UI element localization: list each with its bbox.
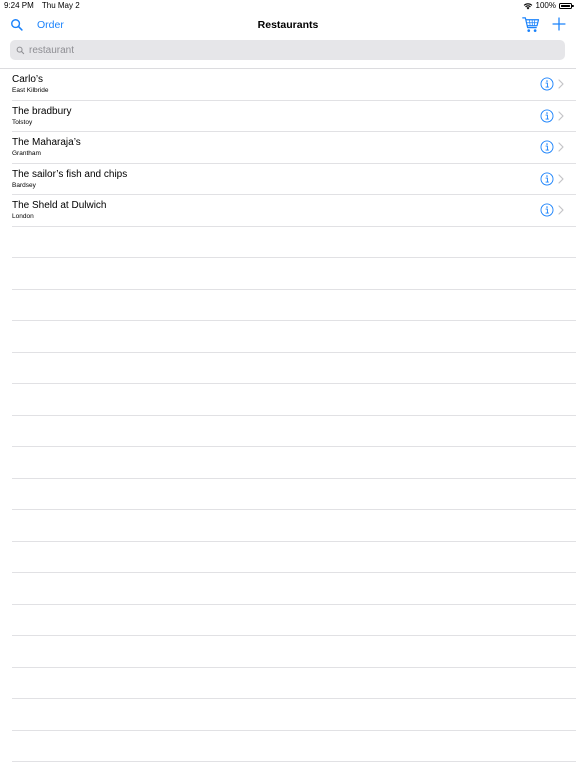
restaurant-location: Grantham xyxy=(12,150,41,157)
empty-row xyxy=(12,353,576,384)
empty-row xyxy=(12,668,576,699)
status-left: 9:24 PM Thu May 2 xyxy=(4,0,86,12)
info-icon[interactable] xyxy=(540,203,554,217)
status-bar: 9:24 PM Thu May 2 100% xyxy=(0,0,576,12)
search-input[interactable] xyxy=(29,44,529,56)
page-title: Restaurants xyxy=(257,19,319,31)
empty-row xyxy=(12,479,576,510)
restaurant-name: The Sheld at Dulwich xyxy=(12,200,107,211)
chevron-right-icon xyxy=(558,173,564,184)
search-icon[interactable] xyxy=(10,18,24,32)
empty-row xyxy=(12,699,576,731)
search-bar xyxy=(10,40,565,60)
navigation-bar: Order Restaurants xyxy=(0,12,576,40)
restaurant-location: London xyxy=(12,213,34,220)
empty-row xyxy=(12,605,576,636)
restaurant-name: The bradbury xyxy=(12,105,72,117)
empty-row xyxy=(12,290,576,321)
search-field[interactable] xyxy=(10,40,565,60)
status-time: 9:24 PM xyxy=(4,1,34,10)
chevron-right-icon xyxy=(558,142,564,152)
restaurant-location: Tolstoy xyxy=(12,118,33,126)
status-date: Thu May 2 xyxy=(41,1,80,10)
empty-rows xyxy=(0,227,576,762)
battery-icon xyxy=(559,3,574,9)
plus-icon[interactable] xyxy=(552,17,566,31)
restaurant-row[interactable]: The sailor’s fish and chips Bardsey xyxy=(12,164,576,195)
empty-row xyxy=(12,636,576,668)
info-icon[interactable] xyxy=(540,77,554,91)
restaurant-location: Bardsey xyxy=(12,181,36,189)
restaurant-row[interactable]: The Sheld at Dulwich London xyxy=(12,195,576,227)
status-right: 100% xyxy=(523,0,574,12)
chevron-right-icon xyxy=(558,205,564,215)
restaurant-name: Carlo’s xyxy=(12,74,43,85)
restaurant-location: East Kilbride xyxy=(12,87,49,94)
battery-percent: 100% xyxy=(535,1,556,10)
empty-row xyxy=(12,731,576,762)
info-icon[interactable] xyxy=(540,172,554,186)
order-button[interactable]: Order xyxy=(37,19,64,31)
cart-icon[interactable] xyxy=(522,16,540,34)
restaurant-row[interactable]: The bradbury Tolstoy xyxy=(12,101,576,132)
restaurant-name: The Maharaja’s xyxy=(12,137,81,148)
search-field-icon xyxy=(16,46,25,54)
empty-row xyxy=(12,321,576,353)
restaurant-row[interactable]: The Maharaja’s Grantham xyxy=(12,132,576,164)
empty-row xyxy=(12,384,576,416)
empty-row xyxy=(12,573,576,605)
restaurant-row[interactable]: Carlo’s East Kilbride xyxy=(12,69,576,101)
chevron-right-icon xyxy=(558,110,564,121)
empty-row xyxy=(12,447,576,479)
chevron-right-icon xyxy=(558,79,564,89)
wifi-icon xyxy=(523,3,532,10)
empty-row xyxy=(12,227,576,258)
restaurant-list: Carlo’s East Kilbride The bradbury Tolst… xyxy=(0,69,576,762)
empty-row xyxy=(12,542,576,573)
info-icon[interactable] xyxy=(540,140,554,154)
empty-row xyxy=(12,258,576,290)
restaurant-name: The sailor’s fish and chips xyxy=(12,168,128,180)
empty-row xyxy=(12,416,576,447)
info-icon[interactable] xyxy=(540,109,554,123)
empty-row xyxy=(12,510,576,542)
